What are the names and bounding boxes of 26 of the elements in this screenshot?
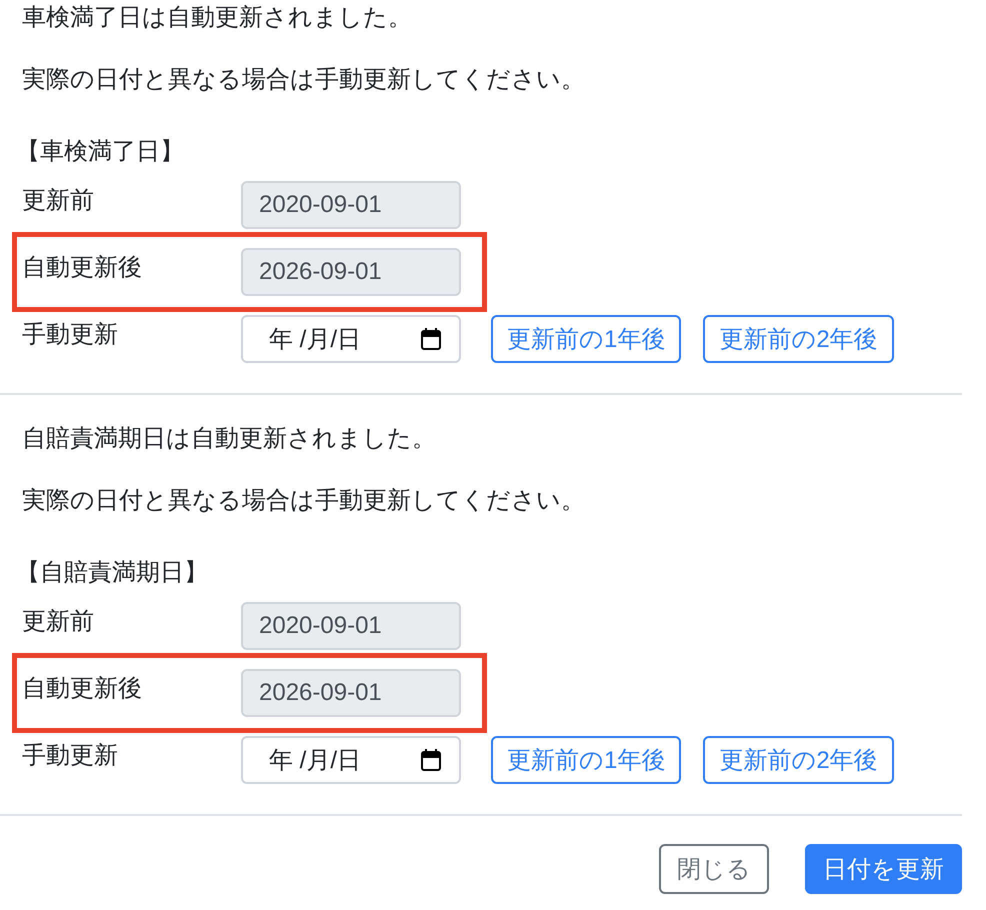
calendar-icon xyxy=(421,749,441,771)
date-field[interactable]: 2020-09-01 xyxy=(241,602,461,650)
date-field[interactable]: 2026-09-01 xyxy=(241,669,461,717)
close-button[interactable]: 閉じる xyxy=(659,844,769,894)
field-label: 更新前 xyxy=(22,186,95,216)
date-field[interactable]: 年 /月/日 xyxy=(241,736,461,784)
field-label: 更新前 xyxy=(22,607,95,637)
date-field[interactable]: 年 /月/日 xyxy=(241,315,461,363)
update-button[interactable]: 日付を更新 xyxy=(805,844,962,894)
field-label: 自動更新後 xyxy=(22,253,143,283)
field-label: 自動更新後 xyxy=(22,674,143,704)
preset-button[interactable]: 更新前の1年後 xyxy=(491,736,682,784)
date-field[interactable]: 2020-09-01 xyxy=(241,181,461,229)
message-text: 実際の日付と異なる場合は手動更新してください。 xyxy=(22,65,586,95)
message-text: 自賠責満期日は自動更新されました。 xyxy=(22,424,437,454)
date-field[interactable]: 2026-09-01 xyxy=(241,248,461,296)
preset-button[interactable]: 更新前の2年後 xyxy=(703,315,894,363)
section-heading: 【自賠責満期日】 xyxy=(16,558,209,588)
field-label: 手動更新 xyxy=(22,741,119,771)
message-text: 実際の日付と異なる場合は手動更新してください。 xyxy=(22,486,586,516)
preset-button[interactable]: 更新前の1年後 xyxy=(491,315,682,363)
calendar-icon xyxy=(421,328,441,350)
message-text: 車検満了日は自動更新されました。 xyxy=(22,3,413,33)
field-label: 手動更新 xyxy=(22,320,119,350)
section-heading: 【車検満了日】 xyxy=(16,137,185,167)
preset-button[interactable]: 更新前の2年後 xyxy=(703,736,894,784)
